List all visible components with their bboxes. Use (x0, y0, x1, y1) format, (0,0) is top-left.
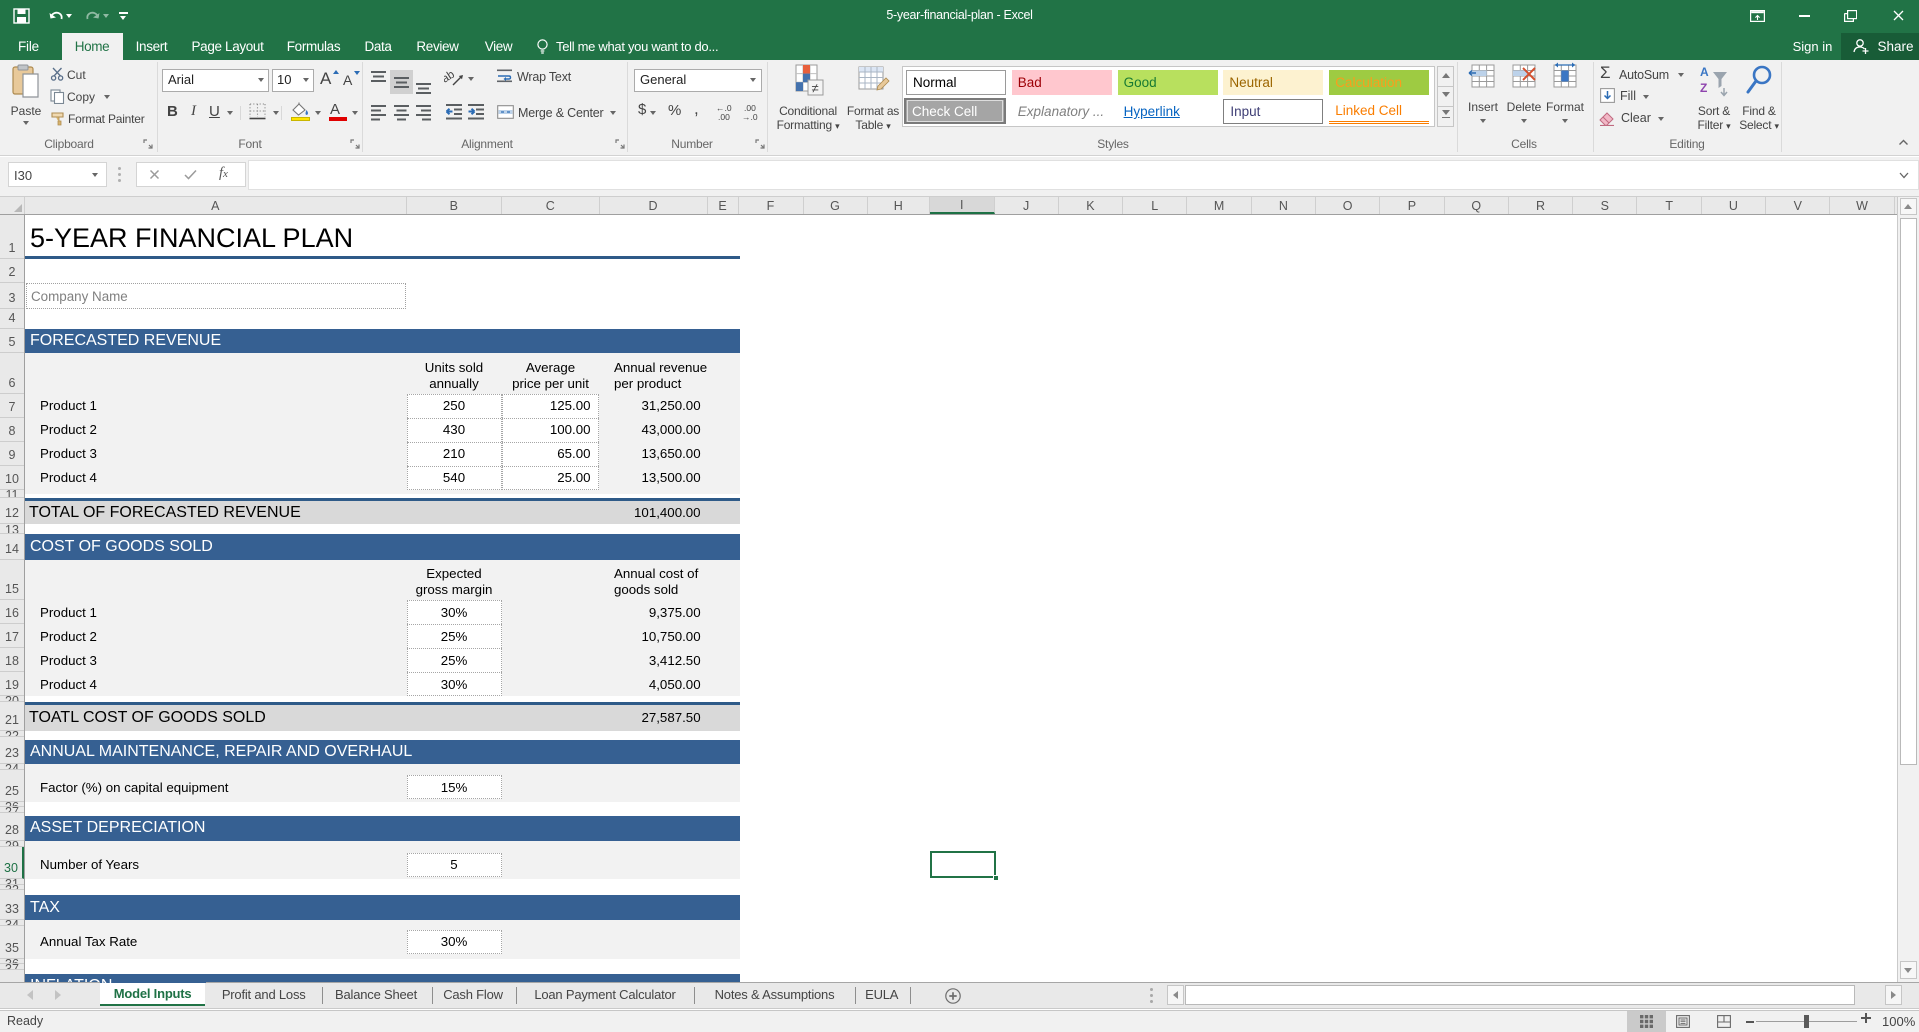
svg-text:≠: ≠ (812, 81, 819, 96)
svg-text:A: A (1700, 65, 1709, 79)
svg-text:Z: Z (1700, 81, 1707, 95)
svg-text:.00: .00 (718, 112, 730, 121)
